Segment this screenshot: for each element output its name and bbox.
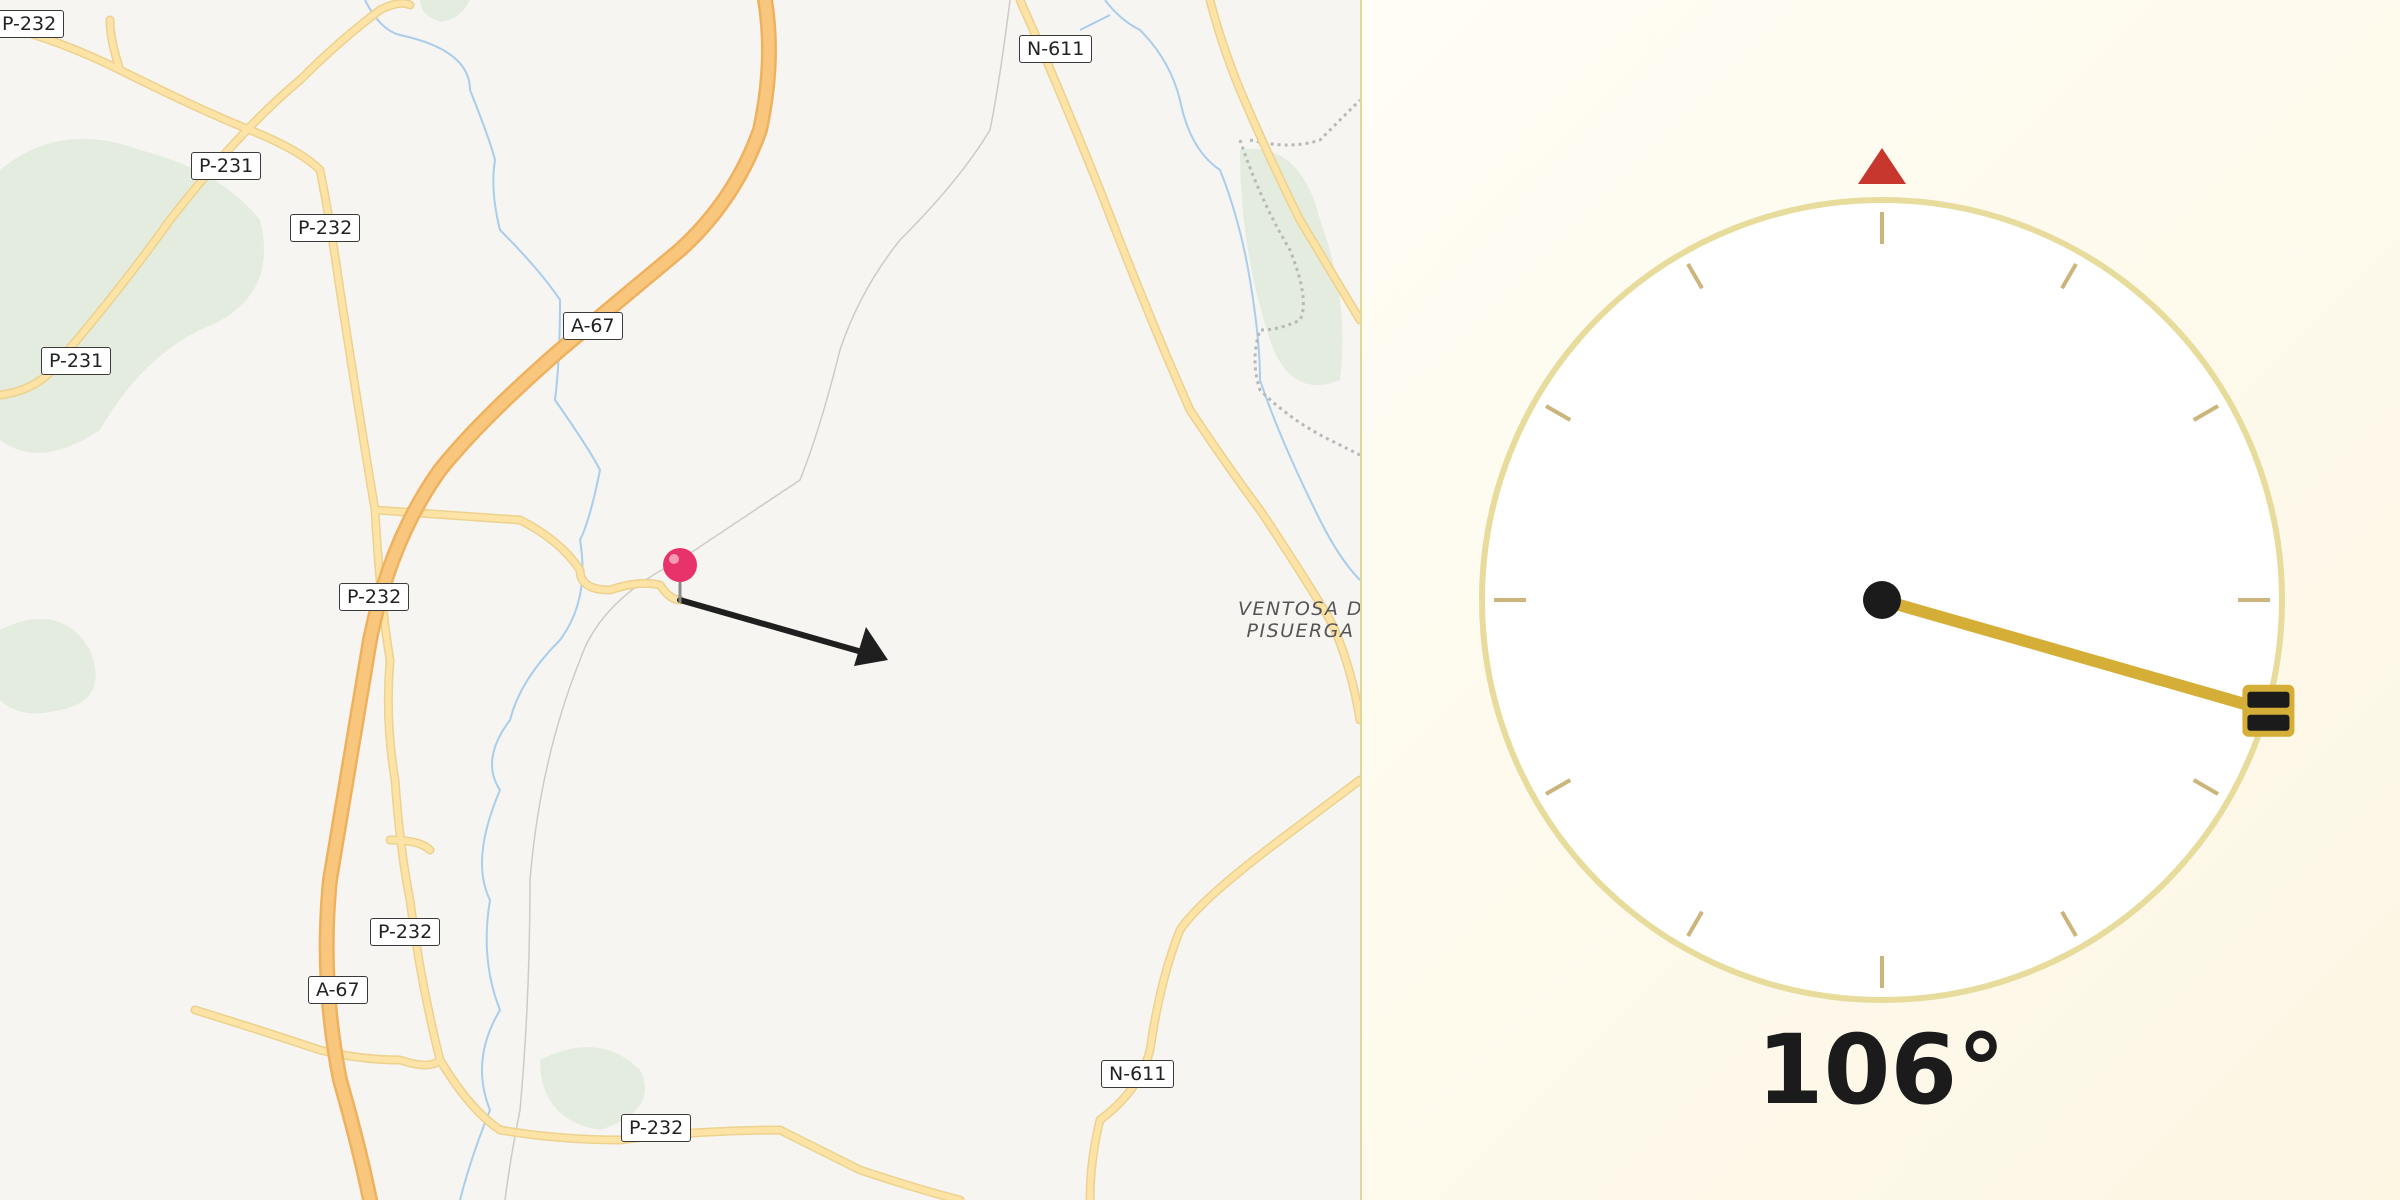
town-label-line: PISUERGA [1246, 620, 1355, 642]
road-shield: N-611 [1019, 35, 1093, 63]
road-shield: P-231 [191, 152, 262, 180]
road-shield: P-232 [370, 918, 441, 946]
rivers [364, 0, 1360, 1200]
road-shield: P-232 [621, 1114, 692, 1142]
road-shield: N-611 [1101, 1060, 1175, 1088]
town-label-line: VENTOSA D [1238, 598, 1360, 620]
map-view[interactable]: P-232 P-231 P-232 P-231 A-67 P-232 N-611… [0, 0, 1360, 1200]
map-canvas [0, 0, 1360, 1200]
north-triangle-icon [1858, 148, 1906, 184]
town-label: VENTOSA D PISUERGA [1238, 598, 1360, 642]
direction-arrow-icon [677, 597, 888, 666]
road-shield: A-67 [563, 312, 623, 340]
road-shield: P-232 [339, 583, 410, 611]
heading-readout: 106° [1756, 1014, 2006, 1126]
road-shield: P-231 [41, 347, 112, 375]
road-shield: P-232 [0, 10, 65, 38]
tracks [504, 0, 1360, 1200]
needle-pivot [1863, 581, 1901, 619]
road-shield: P-232 [290, 214, 361, 242]
road-shield: A-67 [308, 976, 368, 1004]
compass-panel: 106° [1362, 0, 2400, 1200]
needle-handle-icon[interactable] [2242, 684, 2295, 737]
